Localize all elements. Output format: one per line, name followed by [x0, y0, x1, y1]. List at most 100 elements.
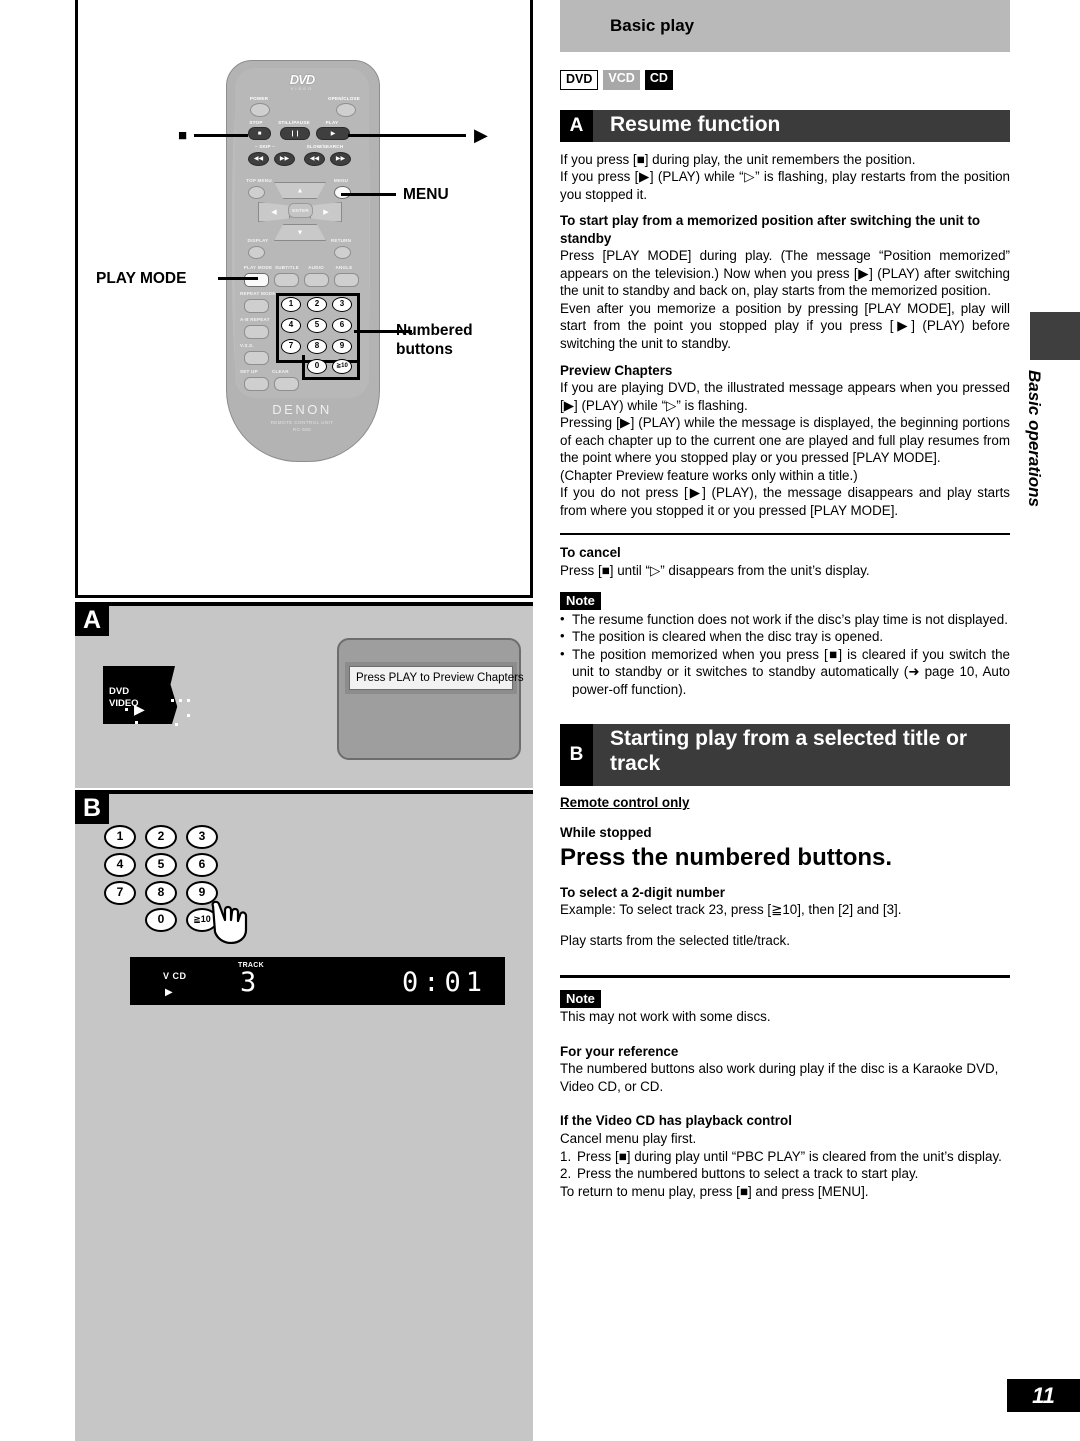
figure-a-panel: A DVD VIDEO ▶ Press PLAY to Preview Chap… — [75, 602, 533, 788]
button-top-menu[interactable] — [248, 186, 265, 199]
label-top-menu: TOP MENU — [246, 178, 272, 183]
button-open-close[interactable] — [336, 103, 356, 117]
label-set-up: SET UP — [240, 369, 258, 374]
section-a-p3: Press [PLAY MODE] during play. (The mess… — [560, 248, 1010, 299]
button-set-up[interactable] — [244, 377, 269, 391]
label-still-pause: STILL/PAUSE — [278, 120, 310, 125]
section-a-p7: (Chapter Preview feature works only with… — [560, 467, 858, 483]
section-b-h2: For your reference — [560, 1043, 679, 1059]
label-power: POWER — [249, 96, 269, 101]
button-skip-forward[interactable]: ▶▶ — [274, 152, 295, 166]
remote-key-5[interactable]: 5 — [307, 318, 327, 333]
label-clear: CLEAR — [272, 369, 289, 374]
button-skip-back[interactable]: ◀◀ — [248, 152, 269, 166]
button-ab-repeat[interactable] — [244, 325, 269, 339]
button-play[interactable]: ▶ — [316, 127, 350, 140]
display-play-icon: ▶ — [165, 987, 173, 998]
skip-back-icon: ◀◀ — [253, 156, 264, 162]
step-item: Press [■] during play until “PBC PLAY” i… — [560, 1148, 1002, 1165]
remote-key-8[interactable]: 8 — [307, 339, 327, 354]
remote-key-3[interactable]: 3 — [332, 297, 352, 312]
label-vss: V.S.S. — [240, 343, 254, 348]
remote-key-6[interactable]: 6 — [332, 318, 352, 333]
remote-dvd-logo-sub: VIDEO — [290, 86, 314, 91]
remote-key-1[interactable]: 1 — [281, 297, 301, 312]
section-a-tag: A — [560, 109, 593, 142]
section-b-p3: The numbered buttons also work during pl… — [560, 1061, 999, 1094]
figure-key-3[interactable]: 3 — [186, 825, 218, 849]
side-tab-block — [1030, 312, 1080, 360]
section-a-h1: To start play from a memorized position … — [560, 213, 981, 246]
button-play-mode[interactable] — [244, 273, 269, 287]
note-tag-2: Note — [560, 990, 601, 1009]
tv-message-frame: Press PLAY to Preview Chapters — [345, 662, 524, 694]
button-angle[interactable] — [334, 273, 359, 287]
unit-line-1: REMOTE CONTROL UNIT — [270, 420, 334, 425]
figure-a-tag: A — [75, 606, 109, 636]
pointing-hand-icon — [211, 900, 248, 944]
button-audio[interactable] — [304, 273, 329, 287]
remote-key-2[interactable]: 2 — [307, 297, 327, 312]
button-return[interactable] — [334, 246, 351, 259]
figure-key-2[interactable]: 2 — [145, 825, 177, 849]
callout-line-menu — [341, 193, 396, 196]
button-clear[interactable] — [274, 377, 299, 391]
display-time: 0:01 — [401, 967, 487, 998]
section-a-h3: To cancel — [560, 545, 621, 561]
button-repeat-mode[interactable] — [244, 299, 269, 313]
figure-key-6[interactable]: 6 — [186, 853, 218, 877]
remote-key-4[interactable]: 4 — [281, 318, 301, 333]
flash-dot-1 — [171, 699, 174, 702]
arrow-down-icon: ▼ — [296, 229, 304, 236]
button-still-pause[interactable]: ❙❙ — [280, 127, 310, 140]
section-b-p4: Cancel menu play first. — [560, 1131, 697, 1146]
button-power[interactable] — [250, 103, 270, 117]
label-play: PLAY — [325, 120, 339, 125]
page-number: 11 — [1007, 1379, 1080, 1412]
note-item: The position is cleared when the disc tr… — [560, 627, 1010, 646]
label-display: DISPLAY — [247, 238, 269, 243]
remote-key-7[interactable]: 7 — [281, 339, 301, 354]
remote-key-over10[interactable]: ≧10 — [332, 359, 352, 374]
badge-dvd: DVD — [560, 70, 599, 90]
flash-dot-4 — [125, 708, 128, 711]
callout-line-stop — [194, 134, 248, 137]
button-vss[interactable] — [244, 351, 269, 365]
button-slow-back[interactable]: ◀◀ — [304, 152, 325, 166]
section-b-title: Starting play from a selected title or t… — [610, 727, 968, 776]
tv-message-text: Press PLAY to Preview Chapters — [349, 666, 524, 690]
figure-key-7[interactable]: 7 — [104, 881, 136, 905]
stop-icon: ■ — [257, 130, 262, 137]
callout-stop-icon: ■ — [178, 127, 188, 144]
button-enter[interactable]: ENTER — [288, 203, 313, 218]
figure-key-4[interactable]: 4 — [104, 853, 136, 877]
label-menu: MENU — [333, 178, 349, 183]
arrow-left-icon: ◀ — [271, 209, 277, 216]
button-stop[interactable]: ■ — [248, 127, 271, 140]
figure-key-0[interactable]: 0 — [145, 908, 177, 932]
badge-cd: CD — [644, 70, 673, 90]
section-b-h3: If the Video CD has playback control — [560, 1113, 792, 1129]
note-item: The resume function does not work if the… — [560, 610, 1010, 629]
flash-dot-6 — [175, 723, 178, 726]
section-b-remote-only: Remote control only — [560, 795, 690, 811]
callout-numbered-line2: buttons — [396, 341, 453, 358]
figure-key-8[interactable]: 8 — [145, 881, 177, 905]
label-open-close: OPEN/CLOSE — [327, 96, 361, 101]
figure-key-1[interactable]: 1 — [104, 825, 136, 849]
remote-key-9[interactable]: 9 — [332, 339, 352, 354]
flash-dot-7 — [187, 714, 190, 717]
remote-key-0[interactable]: 0 — [307, 359, 327, 374]
step-item: Press the numbered buttons to select a t… — [560, 1165, 919, 1182]
button-subtitle[interactable] — [274, 273, 299, 287]
section-b-header: B Starting play from a selected title or… — [560, 724, 1010, 787]
label-subtitle: SUBTITLE — [274, 265, 300, 270]
section-a-p8: If you do not press [▶] (PLAY), the mess… — [560, 485, 1010, 518]
callout-menu-label: MENU — [403, 186, 449, 203]
label-slow-search: SLOW/SEARCH — [306, 144, 344, 149]
button-slow-forward[interactable]: ▶▶ — [330, 152, 351, 166]
badge-vcd: VCD — [603, 70, 640, 90]
brand-name: DENON — [272, 402, 332, 417]
button-display[interactable] — [248, 246, 265, 259]
figure-key-5[interactable]: 5 — [145, 853, 177, 877]
